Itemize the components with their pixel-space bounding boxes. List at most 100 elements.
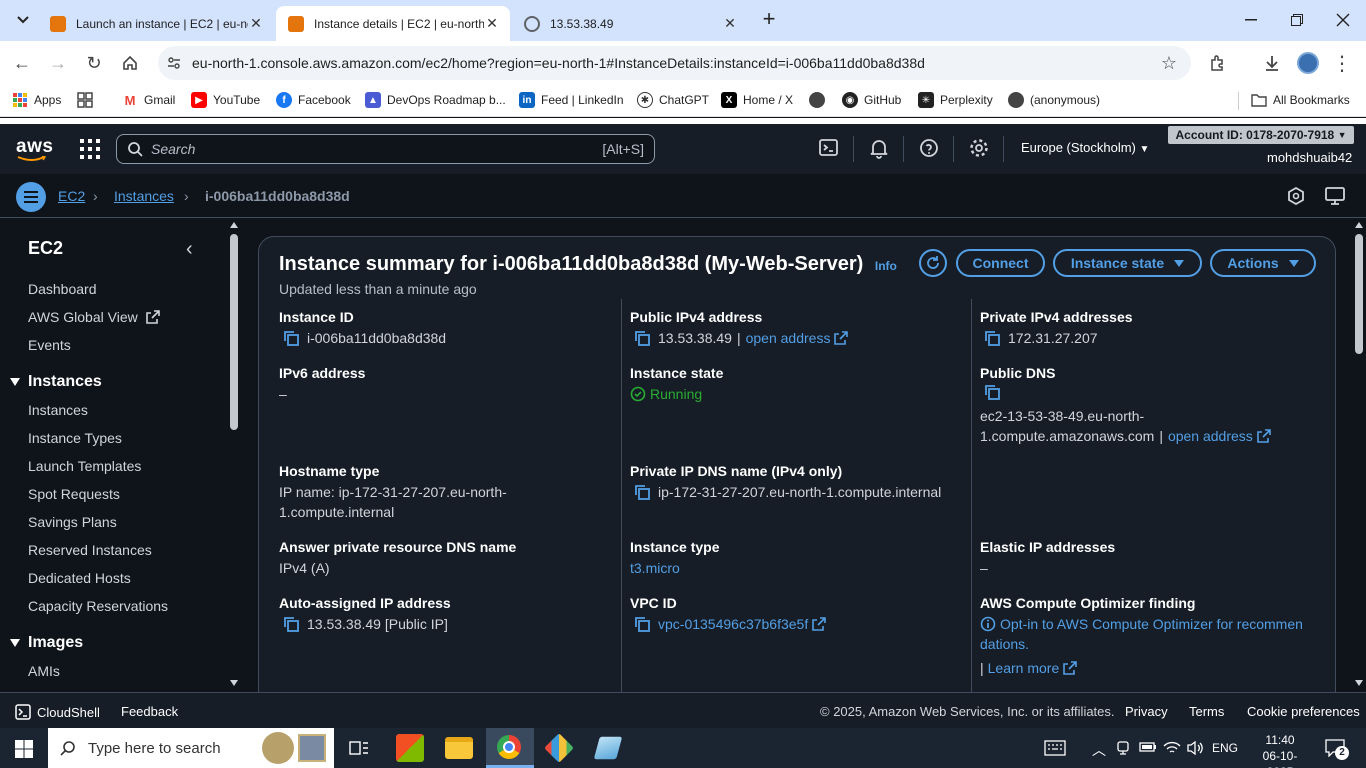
copy-icon[interactable] — [984, 330, 1000, 346]
terms-link[interactable]: Terms — [1189, 704, 1224, 719]
close-icon[interactable]: ✕ — [484, 15, 500, 32]
sidebar-item-launch-templates[interactable]: Launch Templates — [28, 458, 141, 474]
tab-search-icon[interactable] — [10, 9, 36, 31]
privacy-link[interactable]: Privacy — [1125, 704, 1168, 719]
copy-icon[interactable] — [283, 616, 299, 632]
app-notepad-icon[interactable] — [593, 736, 623, 760]
copy-icon[interactable] — [634, 616, 650, 632]
open-address-link[interactable]: open address — [746, 328, 831, 348]
browser-tab-ip[interactable]: 13.53.38.49 ✕ — [512, 6, 748, 41]
sidebar-section-instances[interactable]: Instances — [10, 373, 102, 391]
microsoft-store-icon[interactable] — [396, 734, 424, 762]
sidebar-item-capacity-reservations[interactable]: Capacity Reservations — [28, 598, 168, 614]
sidebar-item-reserved-instances[interactable]: Reserved Instances — [28, 542, 152, 558]
open-address-link[interactable]: open address — [1168, 426, 1253, 446]
refresh-button[interactable] — [919, 249, 947, 277]
collapse-sidebar-icon[interactable]: ‹ — [186, 238, 193, 261]
home-icon[interactable] — [118, 51, 142, 75]
vpc-id-link[interactable]: vpc-0135496c37b6f3e5f — [658, 614, 808, 634]
cookie-preferences-link[interactable]: Cookie preferences — [1247, 704, 1360, 719]
region-selector[interactable]: Europe (Stockholm) ▼ — [1021, 140, 1149, 155]
external-link-icon[interactable] — [834, 331, 849, 345]
file-explorer-icon[interactable] — [445, 737, 473, 759]
sidebar-scrollbar[interactable] — [228, 218, 240, 692]
main-scrollbar[interactable] — [1352, 218, 1366, 692]
bookmark-facebook[interactable]: f Facebook — [276, 92, 351, 108]
cloudshell-button[interactable]: CloudShell — [15, 704, 100, 720]
meet-now-icon[interactable] — [1116, 741, 1130, 755]
copy-icon[interactable] — [283, 330, 299, 346]
optimizer-text-2[interactable]: dations. — [980, 634, 1029, 654]
bookmark-linkedin[interactable]: in Feed | LinkedIn — [519, 92, 624, 108]
bookmark-youtube[interactable]: ▶ YouTube — [191, 92, 260, 108]
scroll-down-icon[interactable] — [230, 680, 238, 686]
feedback-link[interactable]: Feedback — [121, 704, 178, 719]
address-bar[interactable]: eu-north-1.console.aws.amazon.com/ec2/ho… — [158, 46, 1191, 80]
browser-tab-launch[interactable]: Launch an instance | EC2 | eu-no ✕ — [38, 6, 274, 41]
sidebar-item-dedicated-hosts[interactable]: Dedicated Hosts — [28, 570, 131, 586]
sidebar-item-global-view[interactable]: AWS Global View — [28, 309, 160, 325]
scroll-up-icon[interactable] — [1355, 222, 1363, 228]
side-menu-toggle[interactable] — [16, 182, 46, 212]
bookmark-apps[interactable]: Apps — [12, 92, 61, 108]
connect-button[interactable]: Connect — [956, 249, 1045, 277]
sidebar-item-amis[interactable]: AMIs — [28, 663, 60, 679]
bookmark-chatgpt[interactable]: ✱ ChatGPT — [637, 92, 709, 108]
sidebar-item-instance-types[interactable]: Instance Types — [28, 430, 122, 446]
task-view-icon[interactable] — [349, 739, 369, 757]
chrome-taskbar-active[interactable] — [486, 728, 534, 768]
windows-start-icon[interactable] — [15, 740, 33, 758]
aws-logo[interactable]: aws — [16, 136, 53, 162]
aws-search-input[interactable]: Search [Alt+S] — [116, 134, 655, 164]
profile-avatar[interactable] — [1297, 52, 1319, 74]
bookmark-devops[interactable]: ▲ DevOps Roadmap b... — [365, 92, 506, 108]
info-link[interactable]: Info — [875, 259, 897, 273]
sidebar-item-instances[interactable]: Instances — [28, 402, 88, 418]
battery-icon[interactable] — [1139, 741, 1157, 753]
account-id-badge[interactable]: Account ID: 0178-2070-7918 ▼ — [1168, 126, 1354, 144]
more-menu-icon[interactable]: ⋮ — [1330, 51, 1354, 75]
chevron-up-icon[interactable]: ︿ — [1092, 740, 1106, 760]
sidebar-item-dashboard[interactable]: Dashboard — [28, 281, 97, 297]
scroll-up-icon[interactable] — [230, 222, 238, 228]
notifications-bell-icon[interactable] — [868, 137, 892, 161]
clock[interactable]: 11:40 06-10-2025 — [1250, 732, 1310, 768]
sidebar-item-savings-plans[interactable]: Savings Plans — [28, 514, 117, 530]
settings-gear-icon[interactable] — [968, 137, 992, 161]
restore-icon[interactable] — [1274, 0, 1320, 40]
services-grid-icon[interactable] — [80, 139, 100, 159]
minimize-icon[interactable] — [1228, 0, 1274, 40]
close-window-icon[interactable] — [1320, 0, 1366, 40]
bookmark-gmail[interactable]: M Gmail — [122, 92, 175, 108]
instance-type-link[interactable]: t3.micro — [630, 558, 680, 578]
bookmark-globe[interactable] — [809, 92, 831, 108]
language-indicator[interactable]: ENG — [1212, 741, 1238, 755]
close-icon[interactable]: ✕ — [248, 15, 264, 32]
app-diamond-icon[interactable] — [544, 733, 574, 763]
bookmark-perplexity[interactable]: ✳ Perplexity — [918, 92, 993, 108]
hexagon-settings-icon[interactable] — [1287, 187, 1305, 205]
sidebar-item-events[interactable]: Events — [28, 337, 71, 353]
learn-more-link[interactable]: Learn more — [988, 658, 1060, 678]
forward-icon[interactable]: → — [46, 51, 70, 75]
tutorial-panel-icon[interactable] — [1325, 187, 1345, 205]
scrollbar-thumb[interactable] — [1355, 234, 1363, 354]
optimizer-link[interactable]: Opt-in to AWS Compute Optimizer for reco… — [980, 614, 1303, 634]
external-link-icon[interactable] — [1063, 661, 1078, 675]
bookmark-x[interactable]: X Home / X — [721, 92, 793, 108]
download-icon[interactable] — [1260, 51, 1284, 75]
copy-icon[interactable] — [984, 384, 1000, 400]
external-link-icon[interactable] — [1256, 429, 1271, 443]
taskbar-search-input[interactable]: Type here to search — [48, 728, 334, 768]
extensions-icon[interactable] — [1206, 51, 1230, 75]
browser-tab-instance-details[interactable]: Instance details | EC2 | eu-north ✕ — [276, 6, 510, 41]
reload-icon[interactable]: ↻ — [82, 51, 106, 75]
actions-button[interactable]: Actions — [1210, 249, 1316, 277]
close-icon[interactable]: ✕ — [722, 15, 738, 32]
volume-icon[interactable] — [1186, 740, 1204, 756]
new-tab-icon[interactable]: + — [758, 8, 780, 30]
sidebar-section-images[interactable]: Images — [10, 634, 83, 652]
help-icon[interactable] — [918, 137, 942, 161]
instance-state-button[interactable]: Instance state — [1053, 249, 1202, 277]
tab-groups-icon[interactable] — [77, 92, 93, 108]
